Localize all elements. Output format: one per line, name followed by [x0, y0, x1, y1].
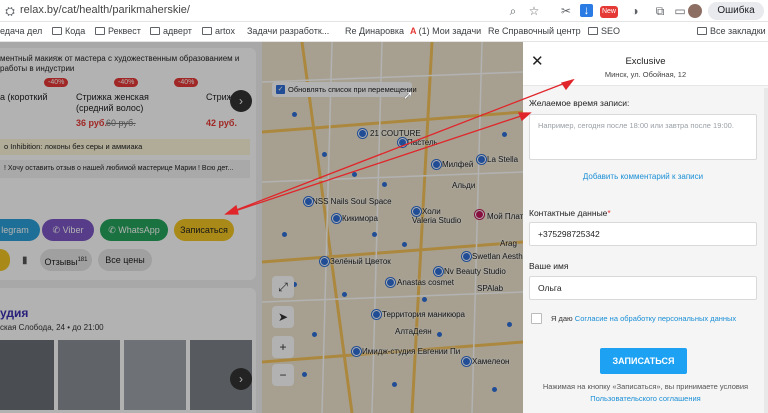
annotation-arrow-line [225, 79, 574, 215]
annotation-arrow-line [225, 112, 531, 215]
mouse-cursor-icon: ➚ [403, 88, 414, 102]
annotation-arrowhead [518, 112, 532, 122]
annotation-arrowhead [560, 78, 575, 91]
annotation-arrows [224, 78, 575, 215]
